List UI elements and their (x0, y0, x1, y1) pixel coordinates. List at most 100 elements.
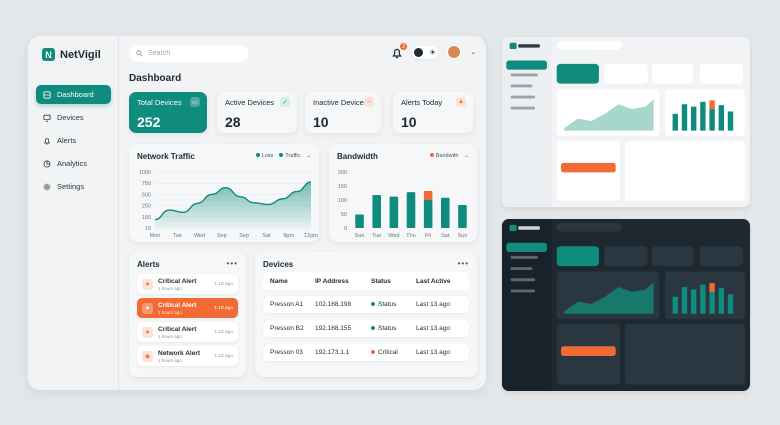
x-tick-label: Sat (262, 233, 271, 239)
theme-toggle[interactable]: ☀ (412, 45, 439, 59)
x-tick-label: Sun (458, 233, 468, 239)
notification-badge: 2 (400, 43, 408, 50)
logo[interactable]: N NetVigil (42, 48, 101, 61)
x-tick-label: Tue (372, 233, 381, 239)
table-row[interactable]: Presson 03 192.173.1.1 Critical Last 13 … (263, 344, 469, 361)
sidebar-item-label: Dashboard (57, 90, 94, 99)
alert-time: 1:13 ago (214, 353, 233, 359)
alert-time: 1:16 ago (214, 305, 233, 311)
x-tick-label: Fri (425, 233, 431, 239)
sidebar-item-dashboard[interactable]: Dashboard (36, 85, 111, 104)
check-icon: ✓ (280, 97, 290, 107)
light-theme-preview[interactable] (502, 37, 750, 207)
y-tick-label: 50 (341, 212, 347, 218)
dark-preview-image (502, 219, 746, 391)
sun-icon: ☀ (428, 47, 437, 57)
alert-subtitle: 1 hours ago (158, 285, 182, 291)
column-header[interactable]: Name (263, 278, 315, 285)
stat-total-devices[interactable]: Total Devices 252 ▭ (129, 92, 207, 133)
bar-highlight (423, 191, 433, 200)
alert-time: 1:16 ago (214, 281, 233, 287)
cell-ip: 102.168.198 (315, 301, 352, 308)
column-header[interactable]: Last Active (416, 278, 469, 285)
notifications-button[interactable]: 2 (391, 43, 408, 59)
network-traffic-chart: 1000 750 500 250 150 10Mon Tue Wed Sep Sep Sat 9pm 1… (139, 170, 319, 239)
warning-icon: ▲ (456, 97, 466, 107)
sidebar-item-analytics[interactable]: Analytics (36, 154, 111, 173)
alert-time: 1:13 ago (214, 329, 233, 335)
stat-value: 10 (313, 114, 329, 130)
cell-last-active: Last 13 ago (416, 325, 450, 332)
y-tick-label: 10 (145, 226, 151, 232)
cell-ip: 192.168.155 (315, 325, 352, 332)
alert-subtitle: 1 hours ago (158, 357, 182, 363)
stat-alerts-today[interactable]: Alerts Today 10 ▲ (393, 92, 473, 133)
y-tick-label: 500 (142, 192, 151, 198)
chevron-down-icon[interactable]: ⌄ (306, 153, 311, 159)
monitor-icon (43, 114, 51, 122)
alert-item[interactable]: ▲ Critical Alert 1 hours ago 1:16 ago (137, 274, 238, 294)
bar (441, 197, 450, 228)
alert-item[interactable]: ▲ Critical Alert 1 hours ago 1:16 ago (137, 298, 238, 318)
x-tick-label: Tue (173, 233, 182, 239)
status-badge: Status (371, 325, 416, 332)
sidebar-nav: Dashboard Devices Alerts Analytics Setti… (36, 85, 111, 200)
sidebar: N NetVigil Dashboard Devices Alerts Anal… (28, 36, 119, 390)
bandwidth-chart: 200 150 100 50 0 Sun Tue Wed Thu Fri Sat Sun (338, 170, 468, 239)
sidebar-item-alerts[interactable]: Alerts (36, 131, 111, 150)
more-icon[interactable]: ••• (227, 259, 238, 268)
chart-legend[interactable]: Loss Traffic ⌄ (255, 153, 311, 159)
chart-icon (43, 160, 51, 167)
chevron-down-icon[interactable]: ⌄ (470, 48, 476, 56)
moon-icon (414, 47, 424, 57)
x-tick-label: Sat (441, 233, 450, 239)
search-input[interactable]: Search (129, 44, 249, 62)
cell-last-active: Last 13 ago (416, 301, 450, 308)
cell-name: Presson B2 (270, 325, 304, 332)
bar (355, 214, 364, 228)
bar (372, 194, 381, 228)
legend-item-bandwidth: Bandwith (429, 153, 458, 159)
warning-icon: ▲ (142, 326, 153, 338)
x-tick-label: Wed (194, 233, 205, 239)
cell-name: Presson 03 (270, 349, 303, 356)
card-title: Bandwidth (337, 152, 378, 161)
legend-item-loss: Loss (255, 153, 273, 159)
status-badge: Critical (371, 349, 416, 356)
bar (389, 196, 399, 228)
alert-item[interactable]: ▲ Critical Alert 1 hours ago 1:13 ago (137, 322, 238, 342)
y-tick-label: 200 (338, 170, 347, 176)
avatar[interactable] (447, 45, 462, 59)
column-header[interactable]: Status (371, 278, 416, 285)
stat-inactive-devices[interactable]: Inactive Devices 10 – (305, 92, 381, 133)
light-preview-image (502, 37, 746, 207)
sidebar-item-label: Analytics (57, 159, 88, 168)
table-row[interactable]: Presson A1 102.168.198 Status Last 13 ag… (263, 296, 469, 313)
card-title: Alerts (137, 260, 160, 269)
dashboard-icon (43, 90, 51, 99)
monitor-icon: ▭ (190, 97, 200, 107)
table-row[interactable]: Presson B2 192.168.155 Status Last 13 ag… (263, 320, 469, 337)
alert-item[interactable]: ◈ Network Alert 1 hours ago 1:13 ago (137, 346, 238, 366)
alerts-card: Alerts ••• ▲ Critical Alert 1 hours ago 1… (129, 252, 246, 377)
alert-title: Critical Alert (158, 277, 197, 285)
stat-active-devices[interactable]: Active Devices 28 ✓ (217, 92, 297, 133)
warning-icon: ▲ (142, 302, 153, 314)
search-placeholder: Search (148, 49, 171, 57)
status-badge: Status (371, 301, 416, 308)
chart-legend[interactable]: Bandwith ⌄ (429, 153, 469, 159)
cell-ip: 192.173.1.1 (315, 349, 350, 356)
x-tick-label: 9pm (283, 233, 294, 239)
sidebar-item-devices[interactable]: Devices (36, 108, 111, 127)
sidebar-item-settings[interactable]: Settings (36, 177, 111, 196)
alert-subtitle: 1 hours ago (158, 309, 182, 315)
more-icon[interactable]: ••• (458, 259, 469, 268)
y-tick-label: 0 (344, 226, 347, 232)
chevron-down-icon[interactable]: ⌄ (464, 153, 469, 159)
sidebar-item-label: Devices (57, 113, 84, 122)
gear-icon (43, 183, 51, 190)
y-tick-label: 250 (142, 204, 151, 210)
x-tick-label: Sun (355, 233, 365, 239)
dark-theme-preview[interactable] (502, 219, 750, 391)
column-header[interactable]: IP Address (315, 278, 371, 285)
